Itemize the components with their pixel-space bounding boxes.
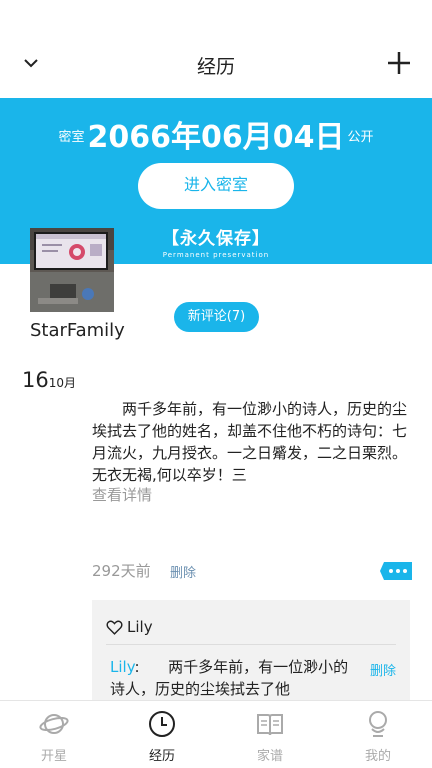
tab-planet-label: 开星 — [40, 749, 67, 764]
planet-icon — [39, 714, 69, 734]
comment-text: 两千多年前，有一位渺小的诗人，历史的尘埃拭去了他 — [110, 658, 349, 698]
top-bar: 经历 — [0, 0, 432, 98]
comment-panel: Lily Lily: 两千多年前，有一位渺小的诗人，历史的尘埃拭去了他 删除 — [92, 600, 410, 710]
clock-icon — [149, 711, 175, 737]
banner-date: 2066年06月04日 — [87, 120, 345, 155]
entry-day: 16 — [22, 368, 49, 392]
heart-icon[interactable] — [106, 619, 123, 636]
delete-comment-link[interactable]: 删除 — [370, 660, 396, 679]
tab-experience-label: 经历 — [148, 749, 175, 764]
tab-mine-label: 我的 — [364, 749, 391, 764]
add-icon[interactable] — [386, 50, 412, 76]
avatar-photo — [30, 228, 114, 312]
banner-date-line: 密室 2066年06月04日 公开 — [0, 112, 432, 156]
page-title: 经历 — [196, 56, 235, 78]
entry-month: 10月 — [48, 376, 77, 390]
tab-mine[interactable]: 我的 — [324, 701, 432, 768]
person-icon — [369, 711, 387, 737]
like-user: Lily — [127, 618, 153, 636]
family-avatar[interactable] — [30, 228, 114, 312]
entry-date: 1610月 — [22, 368, 76, 392]
view-details-link[interactable]: 查看详情 — [92, 484, 152, 505]
comment-divider — [106, 644, 396, 645]
banner-suffix: 公开 — [347, 130, 374, 145]
entry-time-ago: 292天前 — [92, 562, 151, 580]
tab-family-tree-label: 家谱 — [256, 749, 283, 764]
tab-experience[interactable]: 经历 — [108, 701, 216, 768]
delete-entry-link[interactable]: 删除 — [170, 562, 196, 581]
banner-prefix: 密室 — [58, 130, 85, 145]
bottom-tab-bar: 开星 经历 家谱 我的 — [0, 700, 432, 768]
new-comments-button[interactable]: 新评论(7) — [174, 302, 259, 332]
comment-item: Lily: 两千多年前，有一位渺小的诗人，历史的尘埃拭去了他 — [110, 656, 350, 700]
comment-separator: : — [134, 658, 140, 676]
comment-user[interactable]: Lily — [110, 658, 134, 676]
enter-secret-room-button[interactable]: 进入密室 — [138, 163, 294, 209]
family-name: StarFamily — [30, 320, 125, 341]
tab-planet[interactable]: 开星 — [0, 701, 108, 768]
book-icon — [257, 714, 283, 736]
more-options-icon[interactable] — [380, 562, 412, 580]
tab-family-tree[interactable]: 家谱 — [216, 701, 324, 768]
like-row: Lily — [106, 618, 153, 636]
